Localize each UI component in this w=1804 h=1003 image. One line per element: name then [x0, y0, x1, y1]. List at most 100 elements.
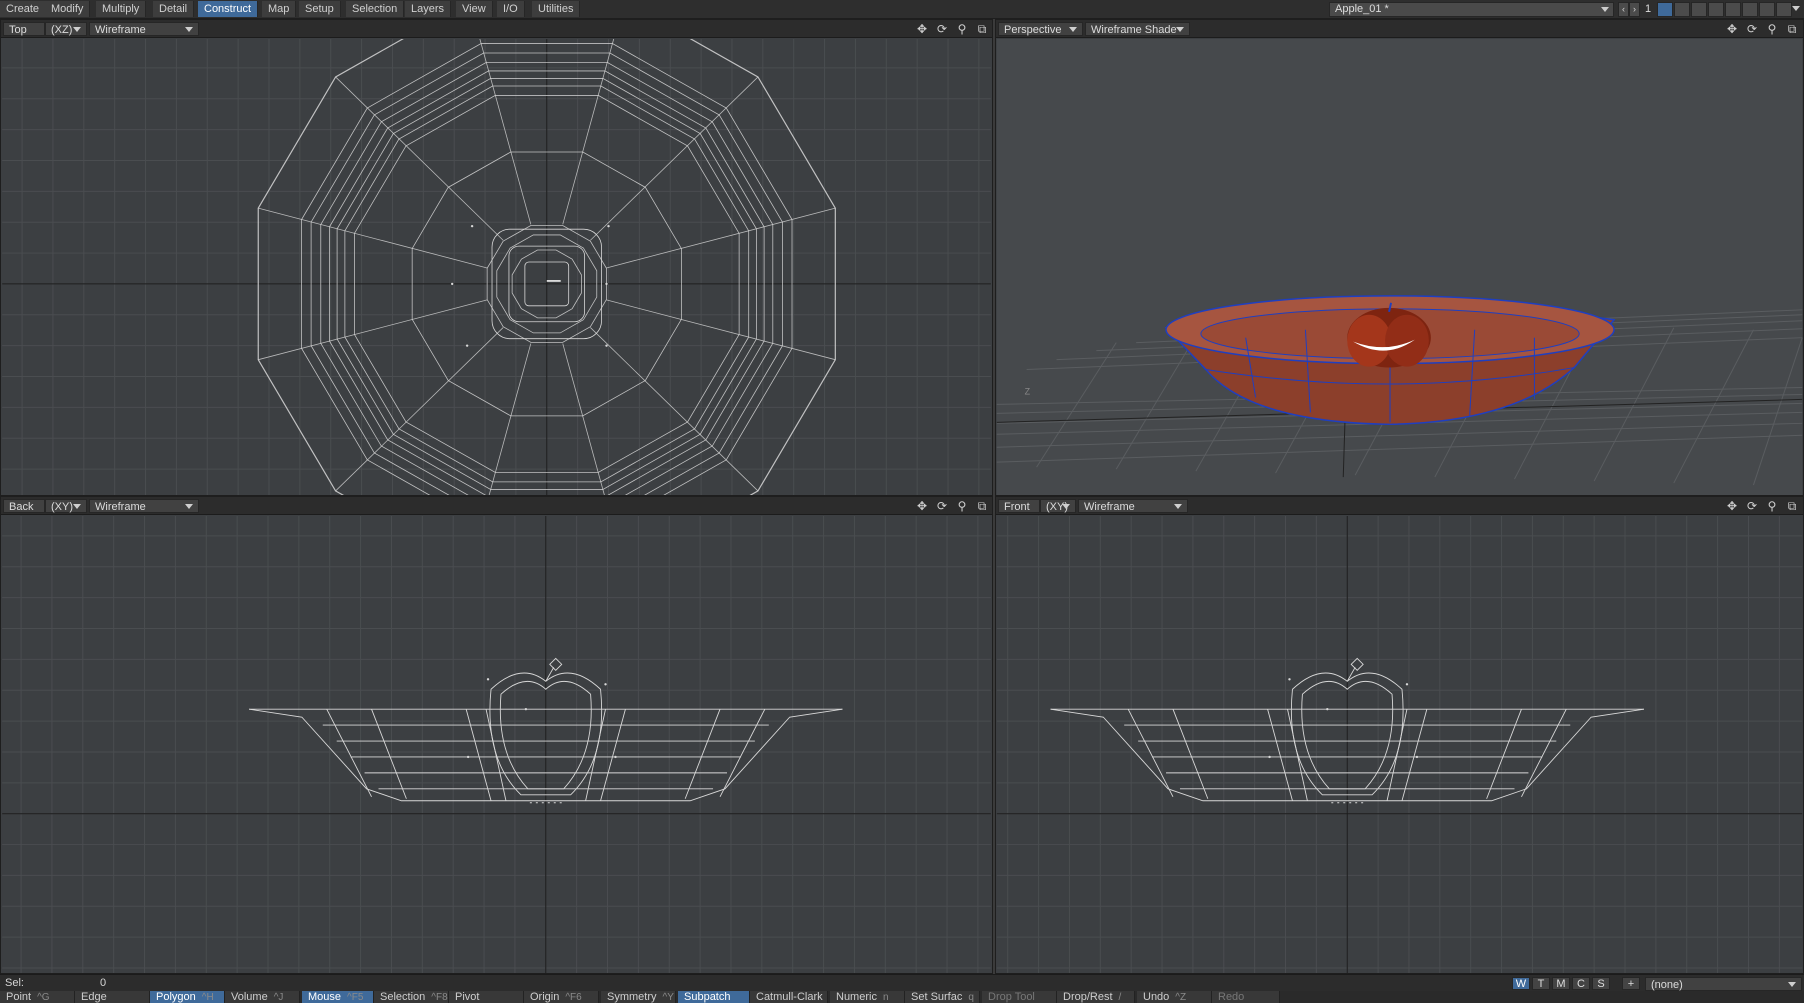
object-name: Apple_01 * — [1335, 3, 1389, 15]
perspective-shaded-drawing: Z — [996, 39, 1803, 495]
status-bar: Sel: 0 W T M C S + (none) — [0, 974, 1804, 991]
viewport-back[interactable]: Back (XY) Wireframe ✥ ⟳ ⚲ ⧉ — [0, 496, 993, 974]
tab-create[interactable]: Create — [0, 1, 47, 17]
view-type-select[interactable]: Back — [3, 499, 45, 513]
redo-button[interactable]: Redo — [1212, 991, 1280, 1003]
set-surface-button[interactable]: Set Surfac q — [905, 991, 980, 1003]
volume-mode-button[interactable]: Volume ^J — [225, 991, 300, 1003]
drop-tool-button[interactable]: Drop Tool — [982, 991, 1057, 1003]
layer-slot-4[interactable] — [1708, 2, 1724, 17]
polygon-mode-button[interactable]: Polygon ^H — [150, 991, 225, 1003]
layer-number: 1 — [1645, 3, 1652, 15]
tab-construct[interactable]: Construct — [198, 1, 259, 17]
viewport-canvas[interactable] — [1, 39, 992, 495]
zoom-icon[interactable]: ⚲ — [1764, 499, 1780, 513]
back-wireframe-drawing — [2, 516, 991, 973]
selection-button[interactable]: Selection ^F8 — [374, 991, 449, 1003]
viewport-canvas[interactable] — [996, 516, 1803, 973]
layer-slot-7[interactable] — [1759, 2, 1775, 17]
drop-reset-button[interactable]: Drop/Rest / — [1057, 991, 1135, 1003]
mode-button-s[interactable]: S — [1592, 977, 1610, 990]
layer-slot-8[interactable] — [1776, 2, 1792, 17]
sel-count: 0 — [100, 977, 107, 989]
tab-view[interactable]: View — [456, 1, 493, 17]
tab-multiply[interactable]: Multiply — [96, 1, 147, 17]
zoom-icon[interactable]: ⚲ — [954, 22, 970, 36]
layer-slot-2[interactable] — [1674, 2, 1690, 17]
maximize-icon[interactable]: ⧉ — [1784, 22, 1800, 36]
chevron-down-icon — [1069, 27, 1077, 32]
axes-select[interactable]: (XZ) — [45, 22, 87, 36]
viewport-top[interactable]: Top (XZ) Wireframe ✥ ⟳ ⚲ ⧉ — [0, 19, 993, 496]
mode-button-c[interactable]: C — [1572, 977, 1590, 990]
subpatch-button[interactable]: Subpatch — [678, 991, 750, 1003]
move-view-icon[interactable]: ✥ — [914, 22, 930, 36]
viewport-front[interactable]: Front (XY) Wireframe ✥ ⟳ ⚲ ⧉ — [995, 496, 1804, 974]
zoom-icon[interactable]: ⚲ — [954, 499, 970, 513]
tab-io[interactable]: I/O — [497, 1, 525, 17]
edge-mode-button[interactable]: Edge — [75, 991, 150, 1003]
catmull-clark-select[interactable]: Catmull-Clark — [750, 991, 828, 1003]
viewport-perspective[interactable]: Perspective Wireframe Shade ✥ ⟳ ⚲ ⧉ Z — [995, 19, 1804, 496]
chevron-down-icon — [73, 27, 81, 32]
viewport-canvas[interactable]: Z — [996, 39, 1803, 495]
chevron-down-icon — [1788, 982, 1796, 987]
front-wireframe-drawing — [996, 516, 1803, 973]
object-selector[interactable]: Apple_01 * — [1329, 2, 1614, 17]
render-mode-select[interactable]: Wireframe — [89, 499, 199, 513]
render-mode-select[interactable]: Wireframe Shade — [1085, 22, 1190, 36]
tab-map[interactable]: Map — [262, 1, 297, 17]
numeric-button[interactable]: Numeric n — [830, 991, 905, 1003]
rotate-view-icon[interactable]: ⟳ — [1744, 22, 1760, 36]
symmetry-button[interactable]: Symmetry ^Y — [601, 991, 676, 1003]
origin-button[interactable]: Origin ^F6 — [524, 991, 599, 1003]
viewport-header: Perspective Wireframe Shade ✥ ⟳ ⚲ ⧉ — [996, 20, 1803, 38]
axes-select[interactable]: (XY) — [1040, 499, 1076, 513]
tab-modify[interactable]: Modify — [45, 1, 91, 17]
move-view-icon[interactable]: ✥ — [1724, 22, 1740, 36]
tab-utilities[interactable]: Utilities — [532, 1, 581, 17]
chevron-down-icon — [1062, 504, 1070, 509]
layer-slot-6[interactable] — [1742, 2, 1758, 17]
tab-selection[interactable]: Selection — [346, 1, 405, 17]
layer-slot-3[interactable] — [1691, 2, 1707, 17]
rotate-view-icon[interactable]: ⟳ — [1744, 499, 1760, 513]
mode-button-w[interactable]: W — [1512, 977, 1530, 990]
viewport-canvas[interactable] — [1, 516, 992, 973]
chevron-down-icon[interactable] — [1792, 6, 1800, 11]
move-view-icon[interactable]: ✥ — [914, 499, 930, 513]
top-menu-bar: Create Modify Multiply Detail Construct … — [0, 0, 1804, 19]
axes-select[interactable]: (XY) — [45, 499, 87, 513]
tool-row: Point ^G Edge Polygon ^H Volume ^J Mouse ^F5… — [0, 991, 1804, 1003]
tab-setup[interactable]: Setup — [299, 1, 341, 17]
render-mode-select[interactable]: Wireframe — [1078, 499, 1188, 513]
maximize-icon[interactable]: ⧉ — [974, 22, 990, 36]
view-type-select[interactable]: Top — [3, 22, 45, 36]
mode-button-t[interactable]: T — [1532, 977, 1550, 990]
maximize-icon[interactable]: ⧉ — [1784, 499, 1800, 513]
point-mode-button[interactable]: Point ^G — [0, 991, 75, 1003]
sel-label: Sel: — [5, 977, 24, 989]
next-layer-icon[interactable]: › — [1629, 2, 1640, 17]
tab-layers[interactable]: Layers — [405, 1, 452, 17]
zoom-icon[interactable]: ⚲ — [1764, 22, 1780, 36]
surface-select[interactable]: (none) — [1645, 977, 1802, 991]
render-mode-select[interactable]: Wireframe — [89, 22, 199, 36]
undo-button[interactable]: Undo ^Z — [1137, 991, 1212, 1003]
viewport-header: Front (XY) Wireframe ✥ ⟳ ⚲ ⧉ — [996, 497, 1803, 515]
view-type-select[interactable]: Front — [998, 499, 1040, 513]
pivot-button[interactable]: Pivot — [449, 991, 524, 1003]
chevron-down-icon — [73, 504, 81, 509]
mode-button-plus[interactable]: + — [1622, 977, 1640, 990]
prev-layer-icon[interactable]: ‹ — [1618, 2, 1629, 17]
view-type-select[interactable]: Perspective — [998, 22, 1083, 36]
maximize-icon[interactable]: ⧉ — [974, 499, 990, 513]
mouse-button[interactable]: Mouse ^F5 — [302, 991, 374, 1003]
tab-detail[interactable]: Detail — [153, 1, 195, 17]
layer-slot-5[interactable] — [1725, 2, 1741, 17]
rotate-view-icon[interactable]: ⟳ — [934, 499, 950, 513]
move-view-icon[interactable]: ✥ — [1724, 499, 1740, 513]
layer-slot-1[interactable] — [1657, 2, 1673, 17]
mode-button-m[interactable]: M — [1552, 977, 1570, 990]
rotate-view-icon[interactable]: ⟳ — [934, 22, 950, 36]
